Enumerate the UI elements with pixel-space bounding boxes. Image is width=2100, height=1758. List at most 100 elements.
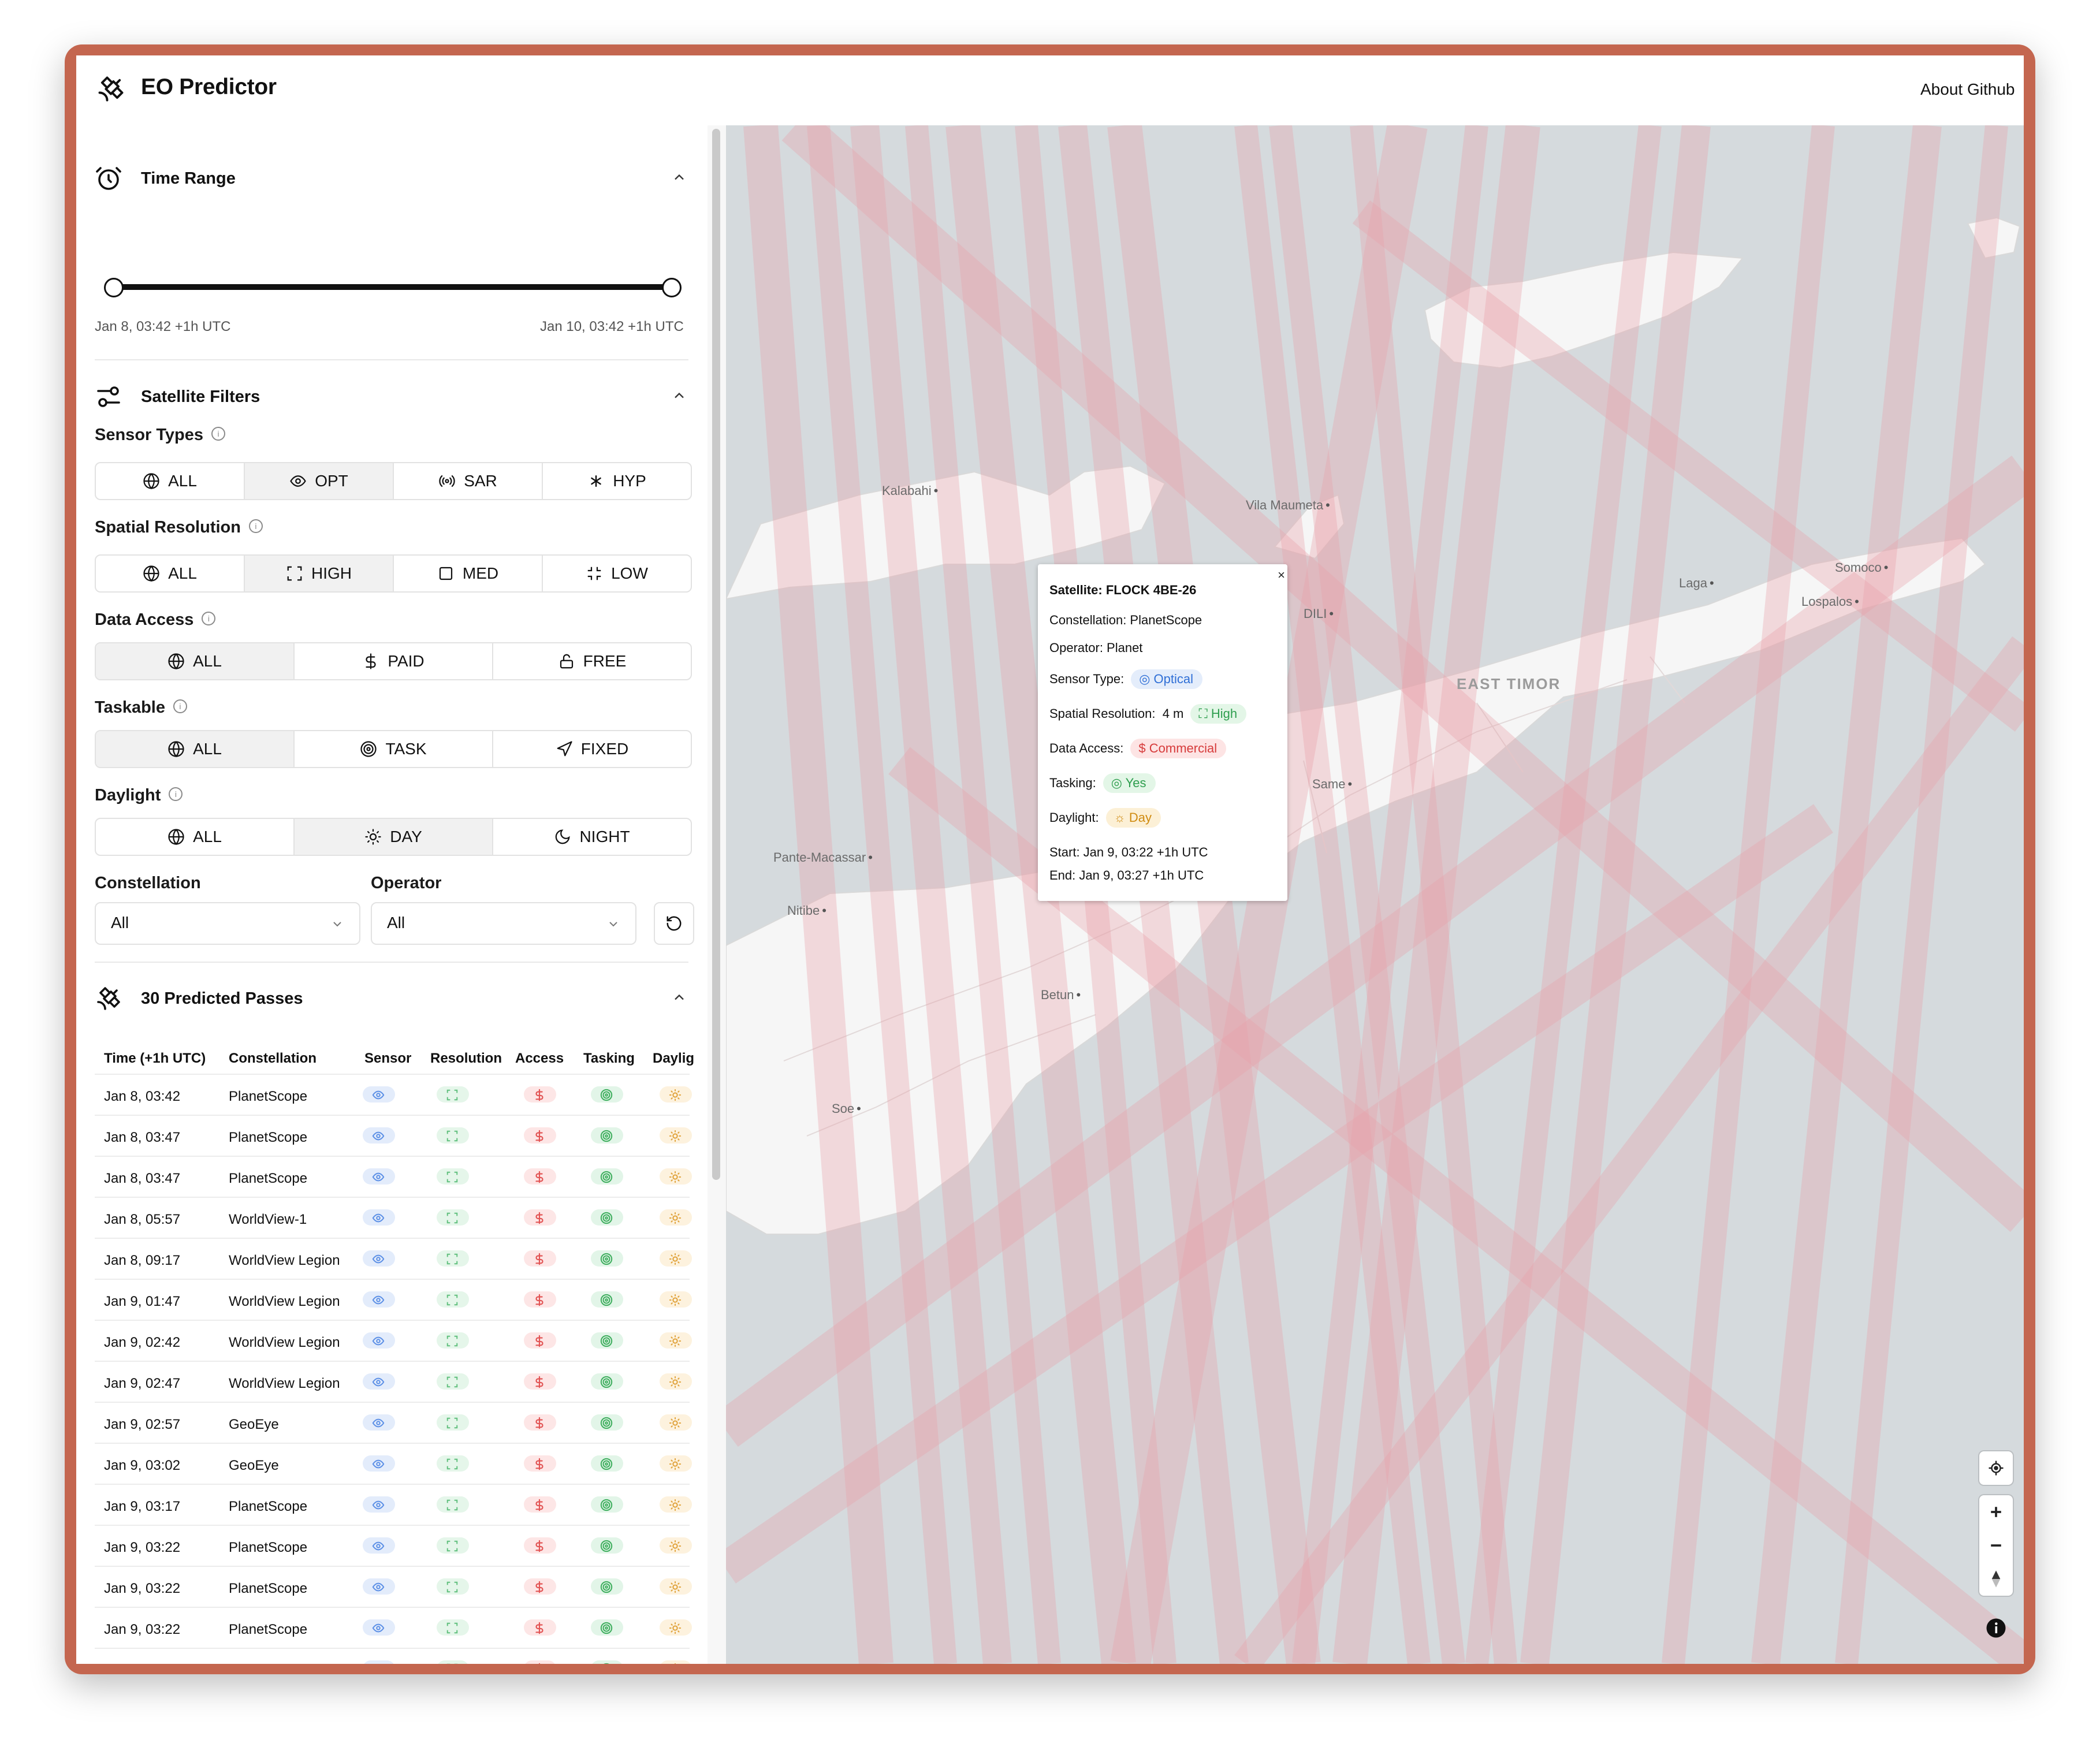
operator-select[interactable]: All xyxy=(371,902,636,945)
operator-select-value: All xyxy=(387,914,405,932)
sensor-all-button[interactable]: ALL xyxy=(96,463,245,499)
zoom-in-icon[interactable] xyxy=(1987,1503,2005,1521)
resolution-low-button[interactable]: LOW xyxy=(543,556,691,591)
sun-icon xyxy=(669,1294,682,1306)
task-task-button[interactable]: TASK xyxy=(295,731,493,767)
cell-time: Jan 9, 01:47 xyxy=(104,1294,181,1309)
cell-time: Jan 9, 02:42 xyxy=(104,1335,181,1350)
daylight-all-button[interactable]: ALL xyxy=(96,819,295,855)
col-access[interactable]: Access xyxy=(515,1051,564,1067)
sensor-sar-button[interactable]: SAR xyxy=(394,463,543,499)
time-range-slider[interactable] xyxy=(111,284,671,290)
passes-header[interactable]: 30 Predicted Passes xyxy=(76,981,688,1016)
sensor-optical-badge xyxy=(363,1578,395,1595)
constellation-select[interactable]: All xyxy=(95,902,360,945)
time-range-header[interactable]: Time Range xyxy=(76,161,688,196)
table-row[interactable]: Jan 9, 03:22 PlanetScope xyxy=(95,1525,692,1567)
resolution-high-button[interactable]: HIGH xyxy=(245,556,394,591)
dollar-icon xyxy=(535,1253,543,1265)
reset-filters-button[interactable] xyxy=(654,902,694,945)
daylight-night-label: NIGHT xyxy=(579,828,630,846)
resolution-med-button[interactable]: MED xyxy=(394,556,543,591)
eye-icon xyxy=(372,1336,385,1346)
cell-time: Jan 9, 03:22 xyxy=(104,1540,181,1555)
chevron-up-icon[interactable] xyxy=(671,388,687,404)
chevron-up-icon[interactable] xyxy=(671,169,687,185)
attribution-info-icon[interactable] xyxy=(1986,1618,2006,1638)
time-range-end: Jan 10, 03:42 +1h UTC xyxy=(540,319,684,334)
app-title: EO Predictor xyxy=(141,75,277,99)
resolution-badge: ⛶ High xyxy=(1190,704,1247,724)
info-icon[interactable]: i xyxy=(169,787,183,802)
access-all-button[interactable]: ALL xyxy=(96,643,295,679)
col-daylight[interactable]: Daylig xyxy=(653,1051,694,1067)
sensor-opt-button[interactable]: OPT xyxy=(245,463,394,499)
table-row[interactable]: Jan 9, 03:22 PlanetScope xyxy=(95,1607,692,1649)
sun-icon xyxy=(669,1458,682,1470)
col-constellation[interactable]: Constellation xyxy=(229,1051,317,1067)
info-icon[interactable]: i xyxy=(211,427,226,441)
table-row[interactable]: Jan 9, 02:57 GeoEye xyxy=(95,1402,692,1444)
tasking-yes-badge xyxy=(591,1250,623,1267)
resolution-all-button[interactable]: ALL xyxy=(96,556,245,591)
tasking-yes-badge xyxy=(591,1332,623,1349)
resolution-high-badge xyxy=(437,1414,469,1431)
nav-about-link[interactable]: About xyxy=(1920,80,1963,99)
table-row[interactable]: Jan 9, 01:47 WorldView Legion xyxy=(95,1279,692,1321)
table-row[interactable]: Jan 9, 03:02 GeoEye xyxy=(95,1443,692,1485)
col-time[interactable]: Time (+1h UTC) xyxy=(104,1051,206,1067)
sensor-optical-badge xyxy=(363,1127,395,1144)
nav-github-link[interactable]: Github xyxy=(1967,80,2015,99)
access-free-button[interactable]: FREE xyxy=(493,643,691,679)
table-row[interactable]: Jan 8, 03:47 PlanetScope xyxy=(95,1115,692,1157)
info-icon[interactable]: i xyxy=(202,612,216,626)
popup-resolution-value: 4 m xyxy=(1162,706,1184,721)
eye-icon xyxy=(372,1418,385,1428)
daylight-day-button[interactable]: DAY xyxy=(295,819,493,855)
zoom-out-icon[interactable] xyxy=(1987,1537,2005,1554)
geolocate-button[interactable] xyxy=(1979,1451,2013,1485)
table-row[interactable]: Jan 8, 03:47 PlanetScope xyxy=(95,1156,692,1198)
table-row[interactable]: Jan 8, 09:17 WorldView Legion xyxy=(95,1238,692,1280)
access-paid-badge xyxy=(524,1250,556,1267)
resolution-low-label: LOW xyxy=(611,564,648,582)
resolution-high-badge xyxy=(437,1291,469,1308)
expand-icon xyxy=(446,1622,458,1634)
table-row[interactable]: Jan 9, 03:17 PlanetScope xyxy=(95,1484,692,1526)
task-fixed-button[interactable]: FIXED xyxy=(493,731,691,767)
col-tasking[interactable]: Tasking xyxy=(583,1051,635,1067)
map-view[interactable]: Kalabahi Vila Maumeta DILI Laga Somoco L… xyxy=(726,125,2024,1664)
table-row[interactable]: Jan 9, 03:22 PlanetScope xyxy=(95,1566,692,1608)
access-paid-button[interactable]: PAID xyxy=(295,643,493,679)
col-resolution[interactable]: Resolution xyxy=(430,1051,502,1067)
task-all-button[interactable]: ALL xyxy=(96,731,295,767)
daylight-night-button[interactable]: NIGHT xyxy=(493,819,691,855)
slider-end-handle[interactable] xyxy=(662,278,682,297)
compass-icon[interactable] xyxy=(1987,1569,2005,1589)
table-row[interactable]: Jan 8, 05:57 WorldView-1 xyxy=(95,1197,692,1239)
access-paid-badge xyxy=(524,1291,556,1308)
access-paid-label: PAID xyxy=(388,652,425,670)
slider-start-handle[interactable] xyxy=(104,278,124,297)
sidebar-scrollbar[interactable] xyxy=(708,125,727,1664)
sun-icon xyxy=(669,1622,682,1634)
access-paid-badge xyxy=(524,1168,556,1185)
table-row[interactable]: Jan 9, 02:42 WorldView Legion xyxy=(95,1320,692,1362)
eye-icon xyxy=(372,1131,385,1141)
col-sensor[interactable]: Sensor xyxy=(364,1051,411,1067)
sensor-optical-badge xyxy=(363,1537,395,1554)
app-window: EO Predictor About Github Time Range Jan… xyxy=(76,55,2024,1664)
sidebar-scrollbar-thumb[interactable] xyxy=(712,129,720,1180)
table-row[interactable]: Jan 9, 03:37 PlanetScope xyxy=(95,1648,692,1664)
satellite-filters-header[interactable]: Satellite Filters xyxy=(76,379,688,414)
table-row[interactable]: Jan 8, 03:42 PlanetScope xyxy=(95,1074,692,1116)
top-bar: EO Predictor About Github xyxy=(76,55,2024,126)
sensor-hyp-button[interactable]: HYP xyxy=(543,463,691,499)
close-icon[interactable]: × xyxy=(1278,568,1285,583)
info-icon[interactable]: i xyxy=(248,519,263,534)
sensor-opt-label: OPT xyxy=(315,472,348,490)
table-row[interactable]: Jan 9, 02:47 WorldView Legion xyxy=(95,1361,692,1403)
info-icon[interactable]: i xyxy=(173,699,187,714)
access-badge: $ Commercial xyxy=(1130,739,1227,758)
chevron-up-icon[interactable] xyxy=(671,989,687,1005)
